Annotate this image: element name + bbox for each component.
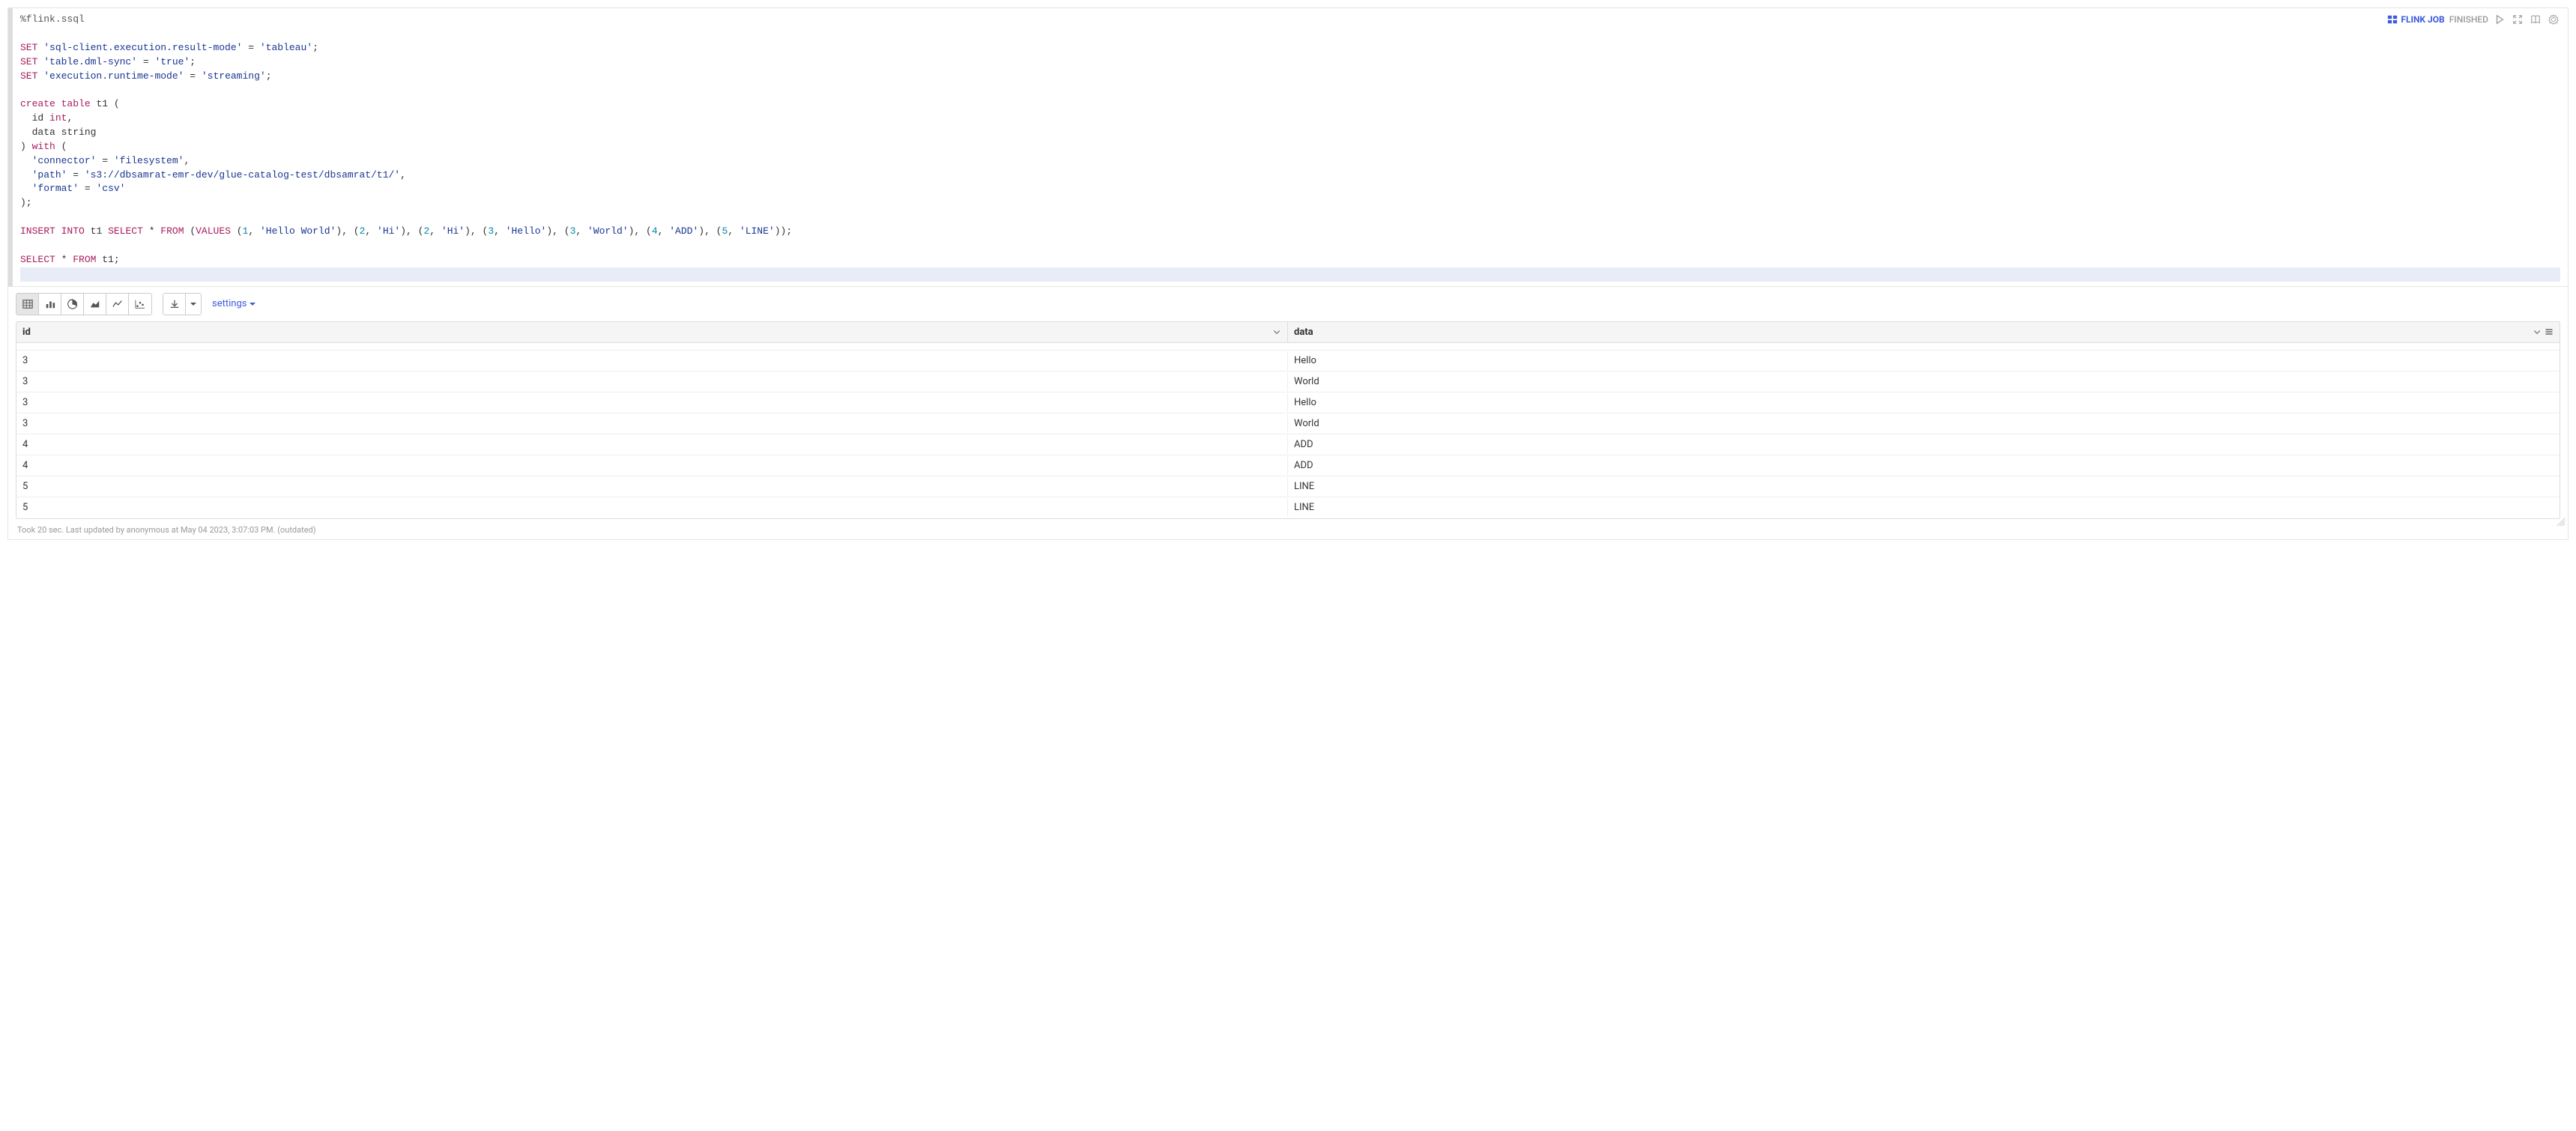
cell-id: 4: [16, 435, 1288, 454]
cell-data: LINE: [1288, 498, 2560, 517]
column-label: id: [22, 327, 31, 338]
menu-icon[interactable]: [2545, 327, 2554, 336]
bar-chart-button[interactable]: [39, 294, 61, 315]
table-row[interactable]: 5LINE: [16, 476, 2560, 497]
caret-down-icon: [190, 303, 196, 306]
cell-id: 5: [16, 477, 1288, 496]
cell-data: Hello: [1288, 351, 2560, 370]
table-row[interactable]: 3Hello: [16, 392, 2560, 413]
chevron-down-icon[interactable]: [1272, 327, 1281, 336]
run-button[interactable]: [2493, 13, 2506, 26]
pie-chart-button[interactable]: [61, 294, 84, 315]
cell-data: World: [1288, 372, 2560, 391]
cell-id: 3: [16, 351, 1288, 370]
notebook-cell: FLINK JOB FINISHED %flink.ssql SET 'sql-…: [7, 7, 2569, 540]
job-icon: [2387, 14, 2398, 25]
cell-header-controls: FLINK JOB FINISHED: [2387, 13, 2560, 26]
results-panel: settings id data: [8, 286, 2568, 539]
caret-down-icon: [250, 303, 256, 306]
cell-id: 4: [16, 456, 1288, 475]
gear-icon[interactable]: [2547, 13, 2560, 26]
line-chart-button[interactable]: [106, 294, 129, 315]
cell-data: Hello: [1288, 393, 2560, 412]
area-chart-button[interactable]: [84, 294, 106, 315]
cell-id: 3: [16, 372, 1288, 391]
column-label: data: [1294, 327, 1313, 338]
settings-label: settings: [212, 298, 247, 309]
cell-data: ADD: [1288, 456, 2560, 475]
table-body: 3Hello3World3Hello3World4ADD4ADD5LINE5LI…: [16, 343, 2560, 518]
job-status: FINISHED: [2449, 14, 2488, 25]
table-view-button[interactable]: [16, 294, 39, 315]
cell-data: LINE: [1288, 477, 2560, 496]
column-header-id[interactable]: id: [16, 322, 1288, 342]
download-dropdown[interactable]: [186, 294, 201, 315]
chevron-down-icon[interactable]: [2533, 327, 2542, 336]
cell-id: 5: [16, 498, 1288, 517]
book-icon[interactable]: [2529, 13, 2542, 26]
result-table: id data 3Hello3World: [16, 321, 2560, 519]
cell-data: ADD: [1288, 435, 2560, 454]
table-row[interactable]: 3World: [16, 372, 2560, 392]
table-row-partial: [16, 343, 2560, 351]
table-row[interactable]: 3World: [16, 413, 2560, 434]
table-row[interactable]: 4ADD: [16, 455, 2560, 476]
table-row[interactable]: 4ADD: [16, 434, 2560, 455]
viz-toolbar: settings: [16, 293, 2560, 315]
flink-job-link[interactable]: FLINK JOB: [2387, 14, 2444, 25]
scatter-chart-button[interactable]: [129, 294, 151, 315]
execution-status: Took 20 sec. Last updated by anonymous a…: [16, 519, 2560, 538]
settings-link[interactable]: settings: [212, 298, 256, 309]
download-button[interactable]: [163, 294, 186, 315]
table-header: id data: [16, 322, 2560, 343]
table-row[interactable]: 5LINE: [16, 497, 2560, 518]
flink-job-label: FLINK JOB: [2401, 14, 2444, 25]
chart-type-group: [16, 293, 152, 315]
cell-data: World: [1288, 414, 2560, 433]
column-header-data[interactable]: data: [1288, 322, 2560, 342]
resize-handle[interactable]: [2556, 517, 2566, 527]
code-editor[interactable]: %flink.ssql SET 'sql-client.execution.re…: [13, 8, 2568, 286]
cell-id: 3: [16, 414, 1288, 433]
collapse-icon[interactable]: [2511, 13, 2524, 26]
download-group: [163, 293, 202, 315]
cell-id: 3: [16, 393, 1288, 412]
table-row[interactable]: 3Hello: [16, 351, 2560, 372]
